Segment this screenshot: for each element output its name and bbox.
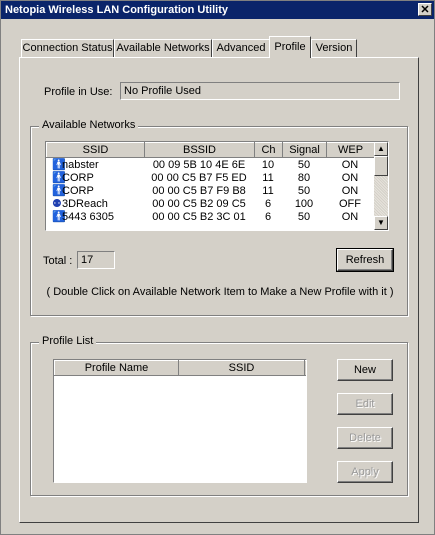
apply-button[interactable]: Apply xyxy=(337,461,393,483)
title-bar[interactable]: Netopia Wireless LAN Configuration Utili… xyxy=(1,1,434,19)
wep-cell: OFF xyxy=(339,197,361,210)
edit-button[interactable]: Edit xyxy=(337,393,393,415)
column-header-ssid[interactable]: SSID xyxy=(178,360,305,376)
table-row[interactable]: 🚹5443 6305 00 00 C5 B2 3C 01 6 50 ON xyxy=(46,210,374,224)
profile-tab-panel: Profile in Use: No Profile Used Availabl… xyxy=(19,57,419,523)
available-networks-group: Available Networks SSID BSSID Ch Signal … xyxy=(30,119,408,316)
ch-cell: 6 xyxy=(264,210,272,223)
ch-cell: 10 xyxy=(261,158,275,171)
tab-profile[interactable]: Profile xyxy=(269,36,311,58)
column-header-profile-name[interactable]: Profile Name xyxy=(54,360,179,376)
signal-cell: 100 xyxy=(294,197,314,210)
profile-list-group-label: Profile List xyxy=(39,335,97,347)
total-field: 17 xyxy=(77,251,115,269)
ch-cell: 11 xyxy=(262,171,274,184)
refresh-button[interactable]: Refresh xyxy=(336,248,394,272)
wep-cell: ON xyxy=(341,158,359,171)
table-row[interactable]: 🚹CORP 00 00 C5 B7 F5 ED 11 80 ON xyxy=(46,171,374,185)
ssid-cell: 5443 6305 xyxy=(62,211,114,223)
column-header-wep[interactable]: WEP xyxy=(326,142,375,158)
networks-header: SSID BSSID Ch Signal WEP xyxy=(46,142,375,158)
bssid-cell: 00 00 C5 B2 3C 01 xyxy=(152,210,246,223)
table-row[interactable]: ⚉3DReach 00 00 C5 B2 09 C5 6 100 OFF xyxy=(46,197,374,211)
networks-rows: 🚹nabster 00 09 5B 10 4E 6E 10 50 ON 🚹COR… xyxy=(46,158,374,224)
profile-list-header: Profile Name SSID xyxy=(54,360,306,376)
profile-in-use-field: No Profile Used xyxy=(120,82,400,100)
close-icon[interactable]: ✕ xyxy=(418,3,432,16)
access-point-icon: ⚉ xyxy=(52,198,62,210)
ssid-cell: CORP xyxy=(62,172,94,184)
delete-button[interactable]: Delete xyxy=(337,427,393,449)
scroll-down-icon[interactable]: ▼ xyxy=(374,216,388,230)
column-header-bssid[interactable]: BSSID xyxy=(144,142,255,158)
tab-version[interactable]: Version xyxy=(311,39,357,57)
ch-cell: 11 xyxy=(262,184,274,197)
ssid-cell: CORP xyxy=(62,185,94,197)
column-header-signal[interactable]: Signal xyxy=(282,142,327,158)
available-networks-group-label: Available Networks xyxy=(39,119,139,131)
signal-cell: 50 xyxy=(297,184,311,197)
column-header-blank xyxy=(304,360,306,376)
app-window: Netopia Wireless LAN Configuration Utili… xyxy=(0,0,435,535)
tab-available-networks[interactable]: Available Networks xyxy=(114,39,212,57)
ssid-cell: 3DReach xyxy=(62,198,108,210)
profile-list-table[interactable]: Profile Name SSID xyxy=(53,359,307,483)
station-icon: 🚹 xyxy=(52,211,66,223)
new-button[interactable]: New xyxy=(337,359,393,381)
total-value: 17 xyxy=(81,254,94,266)
signal-cell: 80 xyxy=(297,171,311,184)
total-label: Total : xyxy=(43,255,73,267)
column-header-ch[interactable]: Ch xyxy=(254,142,283,158)
tab-advanced[interactable]: Advanced xyxy=(212,39,270,57)
profile-in-use-value: No Profile Used xyxy=(124,85,202,97)
profile-in-use-label: Profile in Use: xyxy=(44,86,113,98)
window-title: Netopia Wireless LAN Configuration Utili… xyxy=(5,4,228,16)
ssid-cell: nabster xyxy=(62,159,99,171)
tab-connection-status[interactable]: Connection Status xyxy=(21,39,114,57)
bssid-cell: 00 00 C5 B7 F5 ED xyxy=(151,171,247,184)
ch-cell: 6 xyxy=(264,197,272,210)
wep-cell: ON xyxy=(341,210,359,223)
scroll-up-icon[interactable]: ▲ xyxy=(374,142,388,156)
wep-cell: ON xyxy=(341,171,359,184)
station-icon: 🚹 xyxy=(52,172,66,184)
bssid-cell: 00 00 C5 B7 F9 B8 xyxy=(152,184,246,197)
profile-list-group: Profile List Profile Name SSID New Edit … xyxy=(30,335,408,496)
signal-cell: 50 xyxy=(297,210,311,223)
wep-cell: ON xyxy=(341,184,359,197)
column-header-ssid[interactable]: SSID xyxy=(46,142,145,158)
bssid-cell: 00 00 C5 B2 09 C5 xyxy=(152,197,246,210)
signal-cell: 50 xyxy=(297,158,311,171)
bssid-cell: 00 09 5B 10 4E 6E xyxy=(152,158,246,171)
station-icon: 🚹 xyxy=(52,159,66,171)
table-row[interactable]: 🚹nabster 00 09 5B 10 4E 6E 10 50 ON xyxy=(46,158,374,172)
available-networks-list[interactable]: SSID BSSID Ch Signal WEP 🚹nabster 00 09 … xyxy=(45,141,389,231)
station-icon: 🚹 xyxy=(52,185,66,197)
double-click-hint: ( Double Click on Available Network Item… xyxy=(46,286,394,298)
scroll-thumb[interactable] xyxy=(374,156,388,176)
table-row[interactable]: 🚹CORP 00 00 C5 B7 F9 B8 11 50 ON xyxy=(46,184,374,198)
